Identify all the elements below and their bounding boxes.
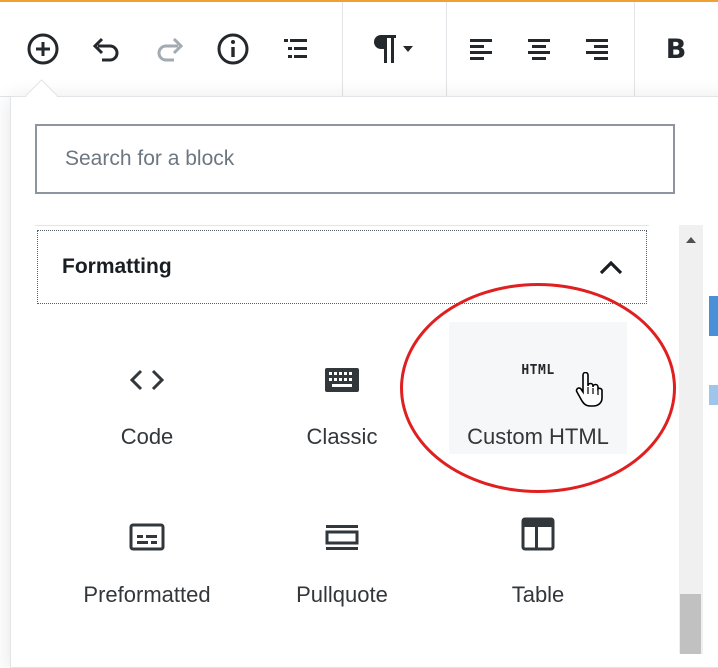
background-selection-fragment <box>709 296 718 336</box>
block-label: Table <box>511 582 565 607</box>
panel-divider <box>35 225 649 226</box>
table-icon <box>521 517 555 551</box>
block-item-table[interactable]: Table <box>449 480 627 612</box>
align-left-button[interactable] <box>462 2 500 96</box>
toolbar-separator <box>634 2 635 96</box>
code-icon <box>129 369 165 391</box>
bold-button[interactable]: B <box>656 2 696 96</box>
align-left-icon <box>470 39 492 60</box>
hand-pointer-icon <box>575 372 603 407</box>
redo-button[interactable] <box>150 2 190 96</box>
align-right-icon <box>586 39 608 60</box>
html-icon: HTML <box>521 363 555 378</box>
block-label: Classic <box>306 424 378 449</box>
block-type-dropdown[interactable] <box>360 2 426 96</box>
outline-button[interactable] <box>276 2 316 96</box>
undo-button[interactable] <box>86 2 126 96</box>
undo-icon <box>92 37 119 62</box>
info-button[interactable] <box>212 2 254 96</box>
pilcrow-icon <box>374 35 396 63</box>
scrollbar-thumb[interactable] <box>680 594 701 654</box>
list-icon <box>284 39 307 58</box>
formatting-panel-toggle[interactable]: Formatting <box>37 230 647 304</box>
block-label: Custom HTML <box>467 424 609 449</box>
block-item-pullquote[interactable]: Pullquote <box>253 480 431 612</box>
editor-toolbar: B <box>0 2 718 97</box>
align-right-button[interactable] <box>578 2 616 96</box>
info-icon <box>217 33 249 65</box>
scrollbar-track[interactable] <box>679 225 703 654</box>
block-item-code[interactable]: Code <box>58 322 236 454</box>
search-placeholder: Search for a block <box>65 147 235 170</box>
scroll-up-arrow[interactable] <box>679 228 703 252</box>
block-label: Preformatted <box>83 582 211 607</box>
block-search-input[interactable]: Search for a block <box>35 124 675 194</box>
block-item-classic[interactable]: Classic <box>253 322 431 454</box>
align-center-icon <box>528 39 550 60</box>
toolbar-separator <box>446 2 447 96</box>
panel-title: Formatting <box>62 255 172 278</box>
block-item-preformatted[interactable]: Preformatted <box>58 480 236 612</box>
redo-icon <box>157 37 184 62</box>
chevron-down-icon <box>403 46 413 52</box>
popover-arrow-cover <box>28 96 56 108</box>
plus-circle-icon <box>27 33 59 65</box>
toolbar-separator <box>342 2 343 96</box>
chevron-up-icon <box>599 260 623 275</box>
preformatted-icon <box>129 523 165 551</box>
block-label: Pullquote <box>296 582 388 607</box>
pullquote-icon <box>325 525 359 550</box>
block-label: Code <box>120 424 174 449</box>
align-center-button[interactable] <box>520 2 558 96</box>
background-selection-fragment <box>709 385 718 405</box>
triangle-up-icon <box>686 237 696 243</box>
keyboard-icon <box>325 368 359 392</box>
